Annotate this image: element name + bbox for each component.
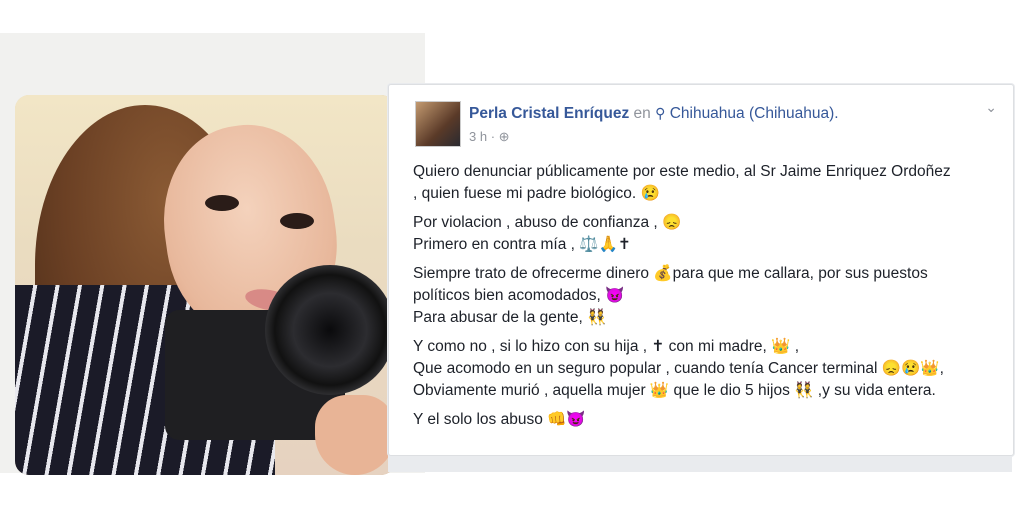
- post-paragraph: Y como no , si lo hizo con su hija , ✝ c…: [413, 336, 1003, 402]
- photo-hand: [315, 395, 395, 475]
- post-line: Que acomodo en un seguro popular , cuand…: [413, 360, 944, 377]
- location-preposition: en: [633, 105, 651, 122]
- photo-eye-left: [205, 195, 239, 211]
- post-line: Para abusar de la gente, 👯: [413, 309, 607, 326]
- post-line: Y como no , si lo hizo con su hija , ✝ c…: [413, 338, 800, 355]
- post-line: Y el solo los abuso 👊😈: [413, 411, 586, 428]
- post-line: Primero en contra mía , ⚖️🙏✝: [413, 236, 631, 253]
- post-paragraph: Siempre trato de ofrecerme dinero 💰para …: [413, 263, 1003, 329]
- photo-frame: [0, 33, 425, 475]
- post-paragraph: Quiero denunciar públicamente por este m…: [413, 161, 1003, 205]
- post-paragraph: Y el solo los abuso 👊😈: [413, 409, 1003, 431]
- post-line: políticos bien acomodados, 😈: [413, 287, 625, 304]
- globe-icon: · ⊕: [490, 129, 510, 144]
- post-header: Perla Cristal Enríquez en ⚲ Chihuahua (C…: [469, 105, 839, 123]
- post-line: Obviamente murió , aquella mujer 👑 que l…: [413, 382, 936, 399]
- author-name[interactable]: Perla Cristal Enríquez: [469, 105, 629, 122]
- chevron-down-icon[interactable]: ⌄: [985, 99, 997, 116]
- post-paragraph: Por violacion , abuso de confianza , 😞 P…: [413, 212, 1003, 256]
- post-card: Perla Cristal Enríquez en ⚲ Chihuahua (C…: [388, 84, 1014, 456]
- post-meta: 3 h · ⊕: [469, 129, 510, 145]
- camera-lens: [265, 265, 395, 395]
- location-pin-icon: ⚲: [655, 105, 666, 121]
- post-line: , quien fuese mi padre biológico. 😢: [413, 185, 660, 202]
- post-body: Quiero denunciar públicamente por este m…: [413, 161, 1003, 438]
- location-link[interactable]: Chihuahua (Chihuahua).: [670, 105, 839, 122]
- post-line: Quiero denunciar públicamente por este m…: [413, 163, 951, 180]
- photo-eye-right: [280, 213, 314, 229]
- profile-photo: [15, 95, 395, 475]
- post-timestamp[interactable]: 3 h: [469, 129, 487, 144]
- author-avatar[interactable]: [415, 101, 461, 147]
- post-line: Siempre trato de ofrecerme dinero 💰para …: [413, 265, 928, 282]
- post-line: Por violacion , abuso de confianza , 😞: [413, 214, 682, 231]
